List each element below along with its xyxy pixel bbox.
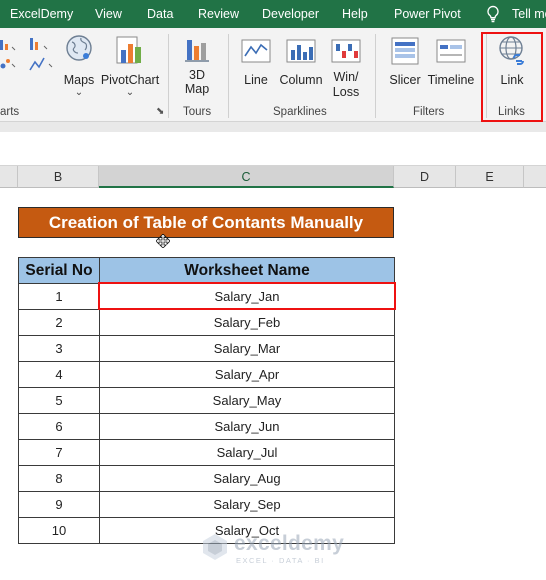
column-header-d[interactable]: D <box>394 166 456 188</box>
table-row: 7 Salary_Jul <box>18 439 395 466</box>
worksheet-name-cell[interactable]: Salary_Mar <box>99 335 395 362</box>
serial-cell[interactable]: 9 <box>18 491 100 518</box>
group-separator <box>375 34 376 118</box>
serial-cell[interactable]: 6 <box>18 413 100 440</box>
worksheet-name-cell[interactable]: Salary_Feb <box>99 309 395 336</box>
serial-cell[interactable]: 7 <box>18 439 100 466</box>
maps-globe-icon <box>66 35 92 61</box>
tab-view[interactable]: View <box>95 7 122 21</box>
timeline-icon <box>436 39 466 63</box>
ribbon-tab-bar: ExcelDemy View Data Review Developer Hel… <box>0 0 546 28</box>
tab-review[interactable]: Review <box>198 7 239 21</box>
serial-cell[interactable]: 3 <box>18 335 100 362</box>
sparklines-group-label: Sparklines <box>273 106 327 118</box>
sparkline-winloss-button[interactable]: Win/ Loss <box>328 34 364 100</box>
watermark-tagline: EXCEL · DATA · BI <box>236 556 325 565</box>
table-row: 8 Salary_Aug <box>18 465 395 492</box>
table-row: 4 Salary_Apr <box>18 361 395 388</box>
serial-cell[interactable]: 1 <box>18 283 100 310</box>
table-row: 2 Salary_Feb <box>18 309 395 336</box>
serial-cell[interactable]: 2 <box>18 309 100 336</box>
pivotchart-button[interactable]: PivotChart ⌄ <box>100 34 160 98</box>
exceldemy-watermark: exceldemy EXCEL · DATA · BI <box>200 530 350 566</box>
ribbon-divider <box>0 122 546 132</box>
selected-cell-highlight <box>98 282 396 310</box>
column-header-b[interactable]: B <box>18 166 99 188</box>
lightbulb-icon <box>487 5 499 23</box>
chart-type-icons[interactable] <box>0 36 56 76</box>
chevron-down-icon: ⌄ <box>125 87 135 98</box>
filters-group-label: Filters <box>413 106 445 118</box>
sparkline-column-icon <box>286 39 316 63</box>
group-separator <box>228 34 229 118</box>
tab-power-pivot[interactable]: Power Pivot <box>394 7 461 21</box>
group-separator <box>168 34 169 118</box>
tab-data[interactable]: Data <box>147 7 173 21</box>
row-header-corner[interactable] <box>0 166 18 188</box>
sparkline-line-button[interactable]: Line <box>238 34 274 88</box>
tab-exceldemy[interactable]: ExcelDemy <box>10 7 73 21</box>
worksheet-name-cell[interactable]: Salary_May <box>99 387 395 414</box>
worksheet-name-cell[interactable]: Salary_Jul <box>99 439 395 466</box>
serial-cell[interactable]: 8 <box>18 465 100 492</box>
worksheet-name-cell[interactable]: Salary_Jun <box>99 413 395 440</box>
ribbon-body: arts Maps ⌄ PivotChart ⌄ ⬊ 3D Map Tours <box>0 28 546 122</box>
maps-button[interactable]: Maps ⌄ <box>60 34 98 98</box>
sparkline-winloss-icon <box>331 39 361 63</box>
column-header-e[interactable]: E <box>456 166 524 188</box>
formula-bar[interactable] <box>0 132 546 166</box>
serial-cell[interactable]: 4 <box>18 361 100 388</box>
3d-map-button[interactable]: 3D Map <box>174 34 220 96</box>
sheet-title-cell[interactable]: Creation of Table of Contants Manually <box>18 207 394 238</box>
timeline-button[interactable]: Timeline <box>426 34 476 88</box>
table-header-row: Serial No Worksheet Name <box>18 257 395 284</box>
sparkline-column-button[interactable]: Column <box>278 34 324 88</box>
sparkline-line-icon <box>241 39 271 63</box>
table-row: 3 Salary_Mar <box>18 335 395 362</box>
tab-tell-me[interactable]: Tell me <box>512 7 546 21</box>
header-worksheet-name[interactable]: Worksheet Name <box>99 257 395 284</box>
pivotchart-icon <box>116 36 141 64</box>
watermark-name: exceldemy <box>234 532 345 555</box>
3d-map-icon <box>185 40 209 62</box>
serial-cell[interactable]: 10 <box>18 517 100 544</box>
table-row: 9 Salary_Sep <box>18 491 395 518</box>
charts-group-label: arts <box>0 106 20 118</box>
links-highlight-box <box>481 32 543 122</box>
serial-cell[interactable]: 5 <box>18 387 100 414</box>
slicer-button[interactable]: Slicer <box>386 34 424 88</box>
tours-group-label: Tours <box>183 106 212 118</box>
worksheet-name-cell[interactable]: Salary_Apr <box>99 361 395 388</box>
header-serial-no[interactable]: Serial No <box>18 257 100 284</box>
column-header-c[interactable]: C <box>99 166 394 188</box>
column-header-f[interactable] <box>524 166 546 188</box>
dialog-launcher-icon[interactable]: ⬊ <box>156 106 164 117</box>
table-row: 6 Salary_Jun <box>18 413 395 440</box>
exceldemy-logo-icon <box>203 534 227 560</box>
chevron-down-icon: ⌄ <box>74 87 84 98</box>
tab-developer[interactable]: Developer <box>262 7 319 21</box>
worksheet-name-cell[interactable]: Salary_Aug <box>99 465 395 492</box>
tab-help[interactable]: Help <box>342 7 368 21</box>
move-cursor-icon <box>156 234 170 248</box>
slicer-icon <box>391 37 419 65</box>
worksheet-name-cell[interactable]: Salary_Sep <box>99 491 395 518</box>
table-row: 5 Salary_May <box>18 387 395 414</box>
